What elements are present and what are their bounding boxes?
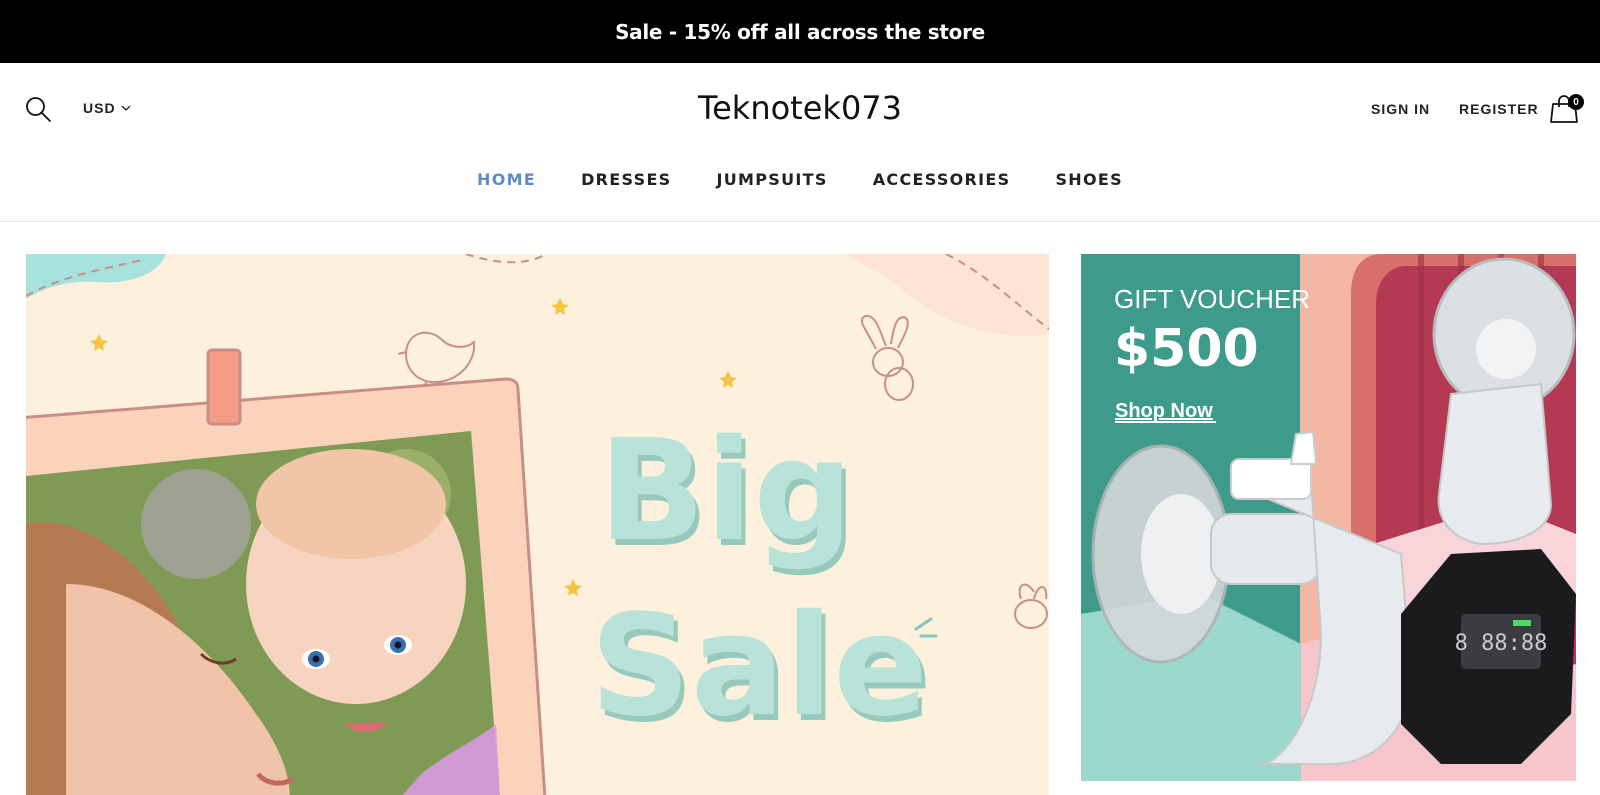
hero-line-2: Sale (590, 585, 928, 748)
shop-now-link[interactable]: Shop Now (1115, 400, 1213, 422)
announcement-text: Sale - 15% off all across the store (615, 19, 985, 44)
currency-selector[interactable]: USD (83, 100, 131, 116)
announcement-bar: Sale - 15% off all across the store (0, 0, 1600, 63)
sign-in-link[interactable]: SIGN IN (1371, 101, 1430, 117)
voucher-title: GIFT VOUCHER (1114, 284, 1310, 314)
photo-frame (26, 377, 547, 795)
nav-item-shoes[interactable]: SHOES (1055, 170, 1122, 208)
nav-item-accessories[interactable]: ACCESSORIES (873, 170, 1011, 208)
site-header: USD Teknotek073 SIGN IN REGISTER (0, 63, 1600, 153)
pump-display: 8 88:88 (1455, 631, 1548, 656)
search-icon[interactable] (24, 95, 52, 123)
clip-decoration (206, 348, 242, 426)
hero-banner[interactable]: Big Big Sale Sale (26, 254, 1049, 795)
register-link[interactable]: REGISTER (1459, 101, 1539, 117)
voucher-amount: $500 (1114, 319, 1259, 379)
main-nav: HOME DRESSES JUMPSUITS ACCESSORIES SHOES (0, 170, 1600, 208)
nav-item-jumpsuits[interactable]: JUMPSUITS (717, 170, 828, 208)
gift-voucher-banner[interactable]: 8 88:88 GIFT VOUCHER $500 Shop Now (1081, 254, 1576, 781)
site-logo[interactable]: Teknotek073 (698, 89, 902, 127)
chevron-down-icon (121, 105, 131, 111)
header-divider (0, 221, 1600, 222)
currency-label: USD (83, 100, 116, 116)
nav-item-home[interactable]: HOME (477, 170, 536, 208)
cart-count-badge: 0 (1568, 94, 1584, 110)
nav-item-dresses[interactable]: DRESSES (581, 170, 671, 208)
hero-line-1: Big (599, 410, 854, 573)
